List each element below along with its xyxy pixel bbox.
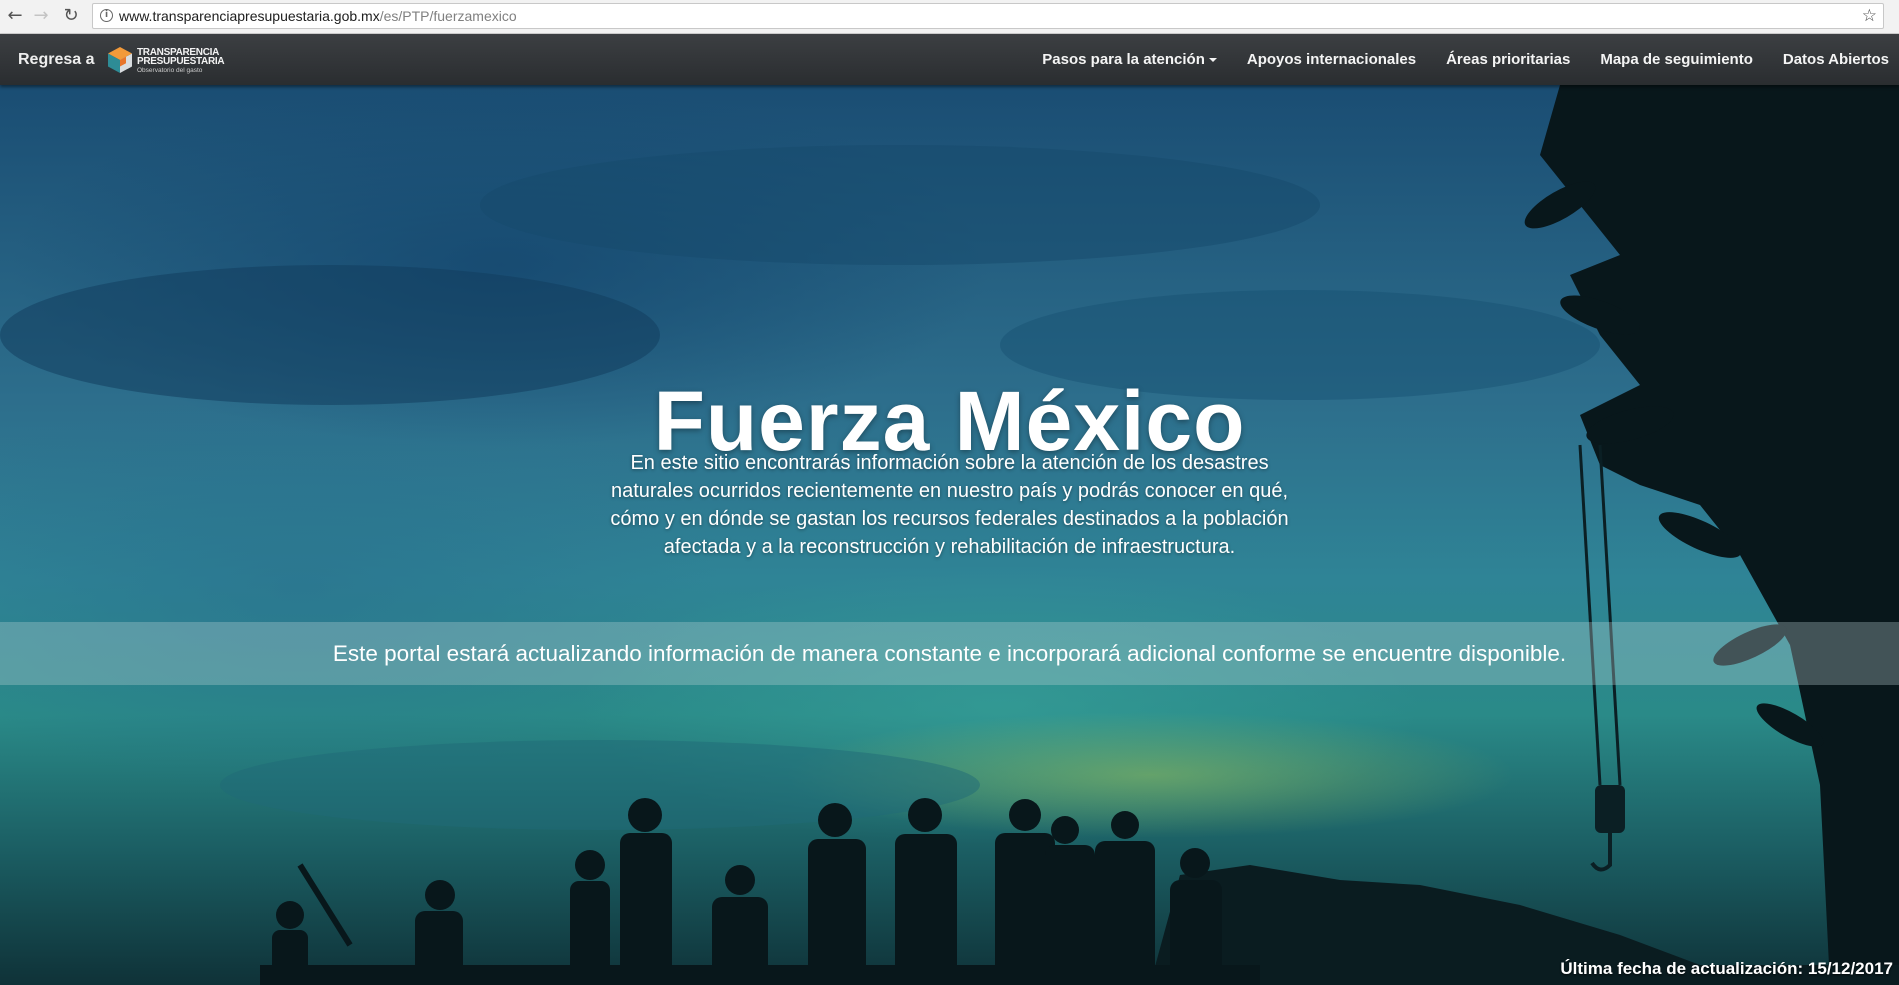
- caret-down-icon: [1208, 58, 1217, 63]
- address-bar[interactable]: i www.transparenciapresupuestaria.gob.mx…: [92, 3, 1884, 29]
- hero-banner: Fuerza México En este sitio encontrarás …: [0, 85, 1899, 985]
- url-path: /es/PTP/fuerzamexico: [379, 8, 517, 24]
- site-info-icon[interactable]: i: [100, 9, 113, 22]
- bookmark-star-icon[interactable]: ☆: [1862, 4, 1877, 28]
- forward-arrow-icon[interactable]: →: [30, 4, 52, 28]
- transparencia-logo[interactable]: TRANSPARENCIA PRESUPUESTARIA Observatori…: [106, 44, 225, 76]
- cube-logo-icon: [108, 47, 132, 73]
- logo-wordmark: TRANSPARENCIA PRESUPUESTARIA Observatori…: [137, 48, 225, 75]
- menu-item-datos-abiertos[interactable]: Datos Abiertos: [1783, 51, 1889, 68]
- menu-item-pasos-atencion[interactable]: Pasos para la atención: [1042, 51, 1217, 68]
- last-update-label: Última fecha de actualización: 15/12/201…: [1560, 959, 1893, 978]
- back-link-label[interactable]: Regresa a: [18, 34, 95, 85]
- reload-icon[interactable]: ↻: [60, 4, 82, 28]
- hero-description: En este sitio encontrarás información so…: [610, 452, 1289, 558]
- back-arrow-icon[interactable]: ←: [4, 4, 26, 28]
- browser-toolbar: ← → ↻ i www.transparenciapresupuestaria.…: [0, 0, 1899, 34]
- notice-banner: Este portal estará actualizando informac…: [0, 622, 1899, 685]
- notice-text: Este portal estará actualizando informac…: [332, 641, 1567, 666]
- logo-line-3: Observatorio del gasto: [137, 67, 203, 74]
- menu-item-label: Pasos para la atención: [1042, 51, 1205, 68]
- menu-item-apoyos-internacionales[interactable]: Apoyos internacionales: [1247, 51, 1416, 68]
- url-text[interactable]: www.transparenciapresupuestaria.gob.mx/e…: [119, 4, 517, 28]
- menu-item-mapa-seguimiento[interactable]: Mapa de seguimiento: [1600, 51, 1753, 68]
- url-host: www.transparenciapresupuestaria.gob.mx: [119, 8, 380, 24]
- site-navbar: Regresa a TRANSPARENCIA PRESUPUESTARIA O…: [0, 34, 1899, 85]
- logo-line-2: PRESUPUESTARIA: [137, 56, 225, 67]
- main-menu: Pasos para la atención Apoyos internacio…: [1012, 34, 1889, 85]
- menu-item-areas-prioritarias[interactable]: Áreas prioritarias: [1446, 51, 1570, 68]
